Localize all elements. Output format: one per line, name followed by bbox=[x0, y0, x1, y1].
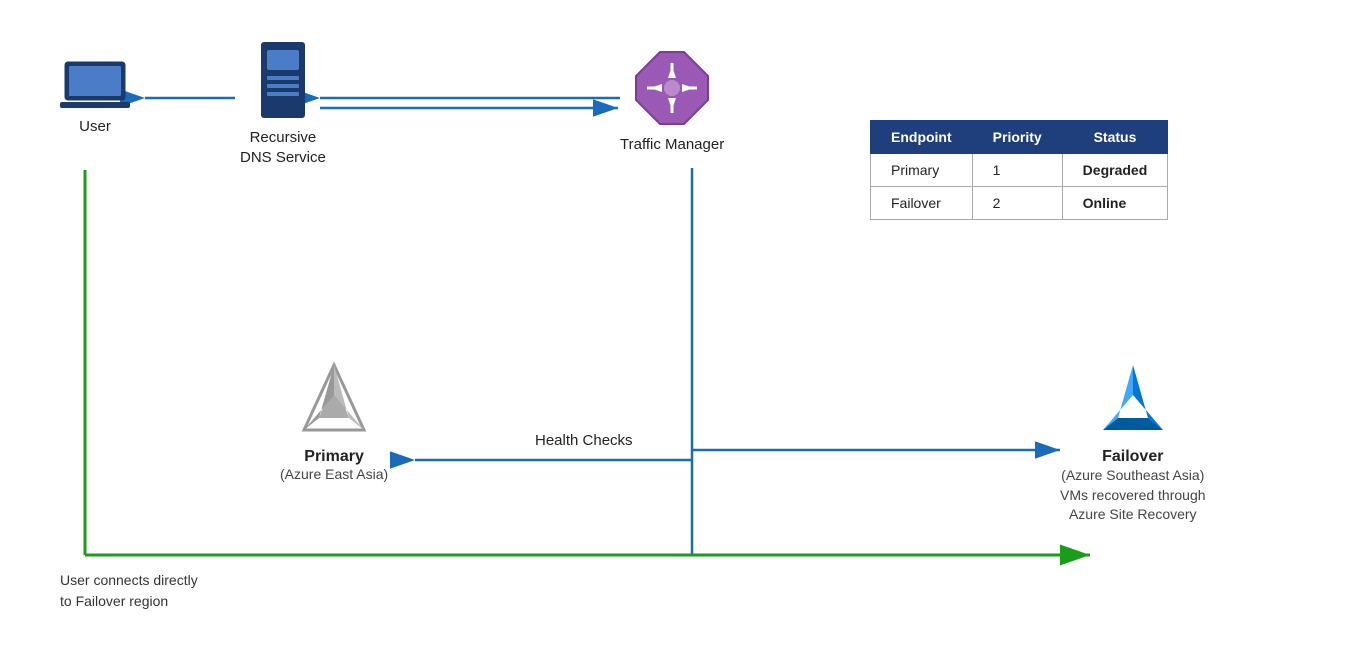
table-header-endpoint: Endpoint bbox=[871, 121, 973, 154]
status-failover: Online bbox=[1062, 187, 1168, 220]
failover-label-sub2: VMs recovered through bbox=[1060, 487, 1206, 503]
dns-label: Recursive DNS Service bbox=[240, 128, 326, 167]
table-row-failover: Failover 2 Online bbox=[871, 187, 1168, 220]
dns-icon-group: Recursive DNS Service bbox=[240, 40, 326, 167]
endpoint-table: Endpoint Priority Status Primary 1 Degra… bbox=[870, 120, 1168, 220]
laptop-icon bbox=[60, 60, 130, 110]
user-connects-label: User connects directly to Failover regio… bbox=[60, 570, 198, 612]
traffic-manager-icon bbox=[632, 48, 712, 128]
table-header-status: Status bbox=[1062, 121, 1168, 154]
status-primary: Degraded bbox=[1062, 154, 1168, 187]
failover-label-sub3: Azure Site Recovery bbox=[1069, 506, 1197, 522]
table-row-primary: Primary 1 Degraded bbox=[871, 154, 1168, 187]
primary-label-sub: (Azure East Asia) bbox=[280, 466, 388, 482]
priority-primary: 1 bbox=[972, 154, 1062, 187]
failover-icon-group: Failover (Azure Southeast Asia) VMs reco… bbox=[1060, 360, 1206, 525]
primary-azure-icon bbox=[294, 360, 374, 440]
failover-label-sub1: (Azure Southeast Asia) bbox=[1061, 467, 1204, 483]
server-icon bbox=[253, 40, 313, 120]
table-header-priority: Priority bbox=[972, 121, 1062, 154]
primary-label-bold: Primary bbox=[304, 448, 364, 466]
failover-label-bold: Failover bbox=[1102, 448, 1163, 466]
priority-failover: 2 bbox=[972, 187, 1062, 220]
diagram-container: User Recursive DNS Service bbox=[0, 0, 1350, 656]
endpoint-failover: Failover bbox=[871, 187, 973, 220]
health-checks-label: Health Checks bbox=[535, 432, 633, 449]
primary-icon-group: Primary (Azure East Asia) bbox=[280, 360, 388, 482]
user-label: User bbox=[79, 118, 111, 135]
failover-azure-icon bbox=[1093, 360, 1173, 440]
endpoint-primary: Primary bbox=[871, 154, 973, 187]
user-icon-group: User bbox=[60, 60, 130, 135]
traffic-manager-label: Traffic Manager bbox=[620, 136, 724, 153]
traffic-manager-icon-group: Traffic Manager bbox=[620, 48, 724, 153]
